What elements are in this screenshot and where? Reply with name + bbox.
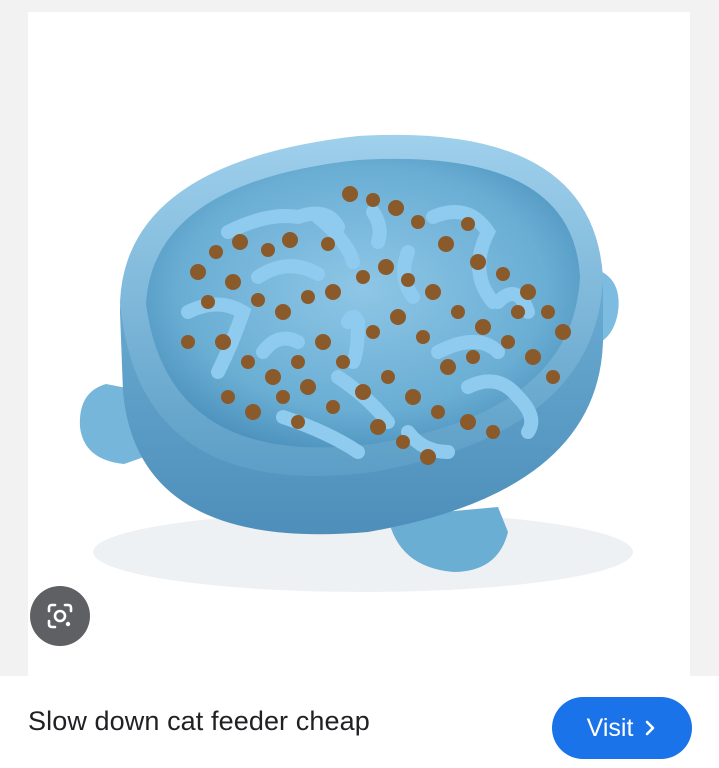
result-caption-row: Slow down cat feeder cheap Visit — [0, 676, 719, 768]
google-lens-button[interactable] — [30, 586, 90, 646]
image-result-card: Slow down cat feeder cheap Visit — [0, 0, 719, 768]
google-lens-icon — [47, 603, 73, 629]
visit-button[interactable]: Visit — [552, 697, 692, 759]
result-title[interactable]: Slow down cat feeder cheap — [28, 706, 370, 737]
visit-label: Visit — [586, 713, 634, 742]
image-preview-area[interactable] — [0, 0, 719, 676]
slow-feeder-bowl-image — [79, 134, 633, 592]
chevron-right-icon — [643, 719, 657, 737]
product-image[interactable] — [28, 12, 690, 676]
